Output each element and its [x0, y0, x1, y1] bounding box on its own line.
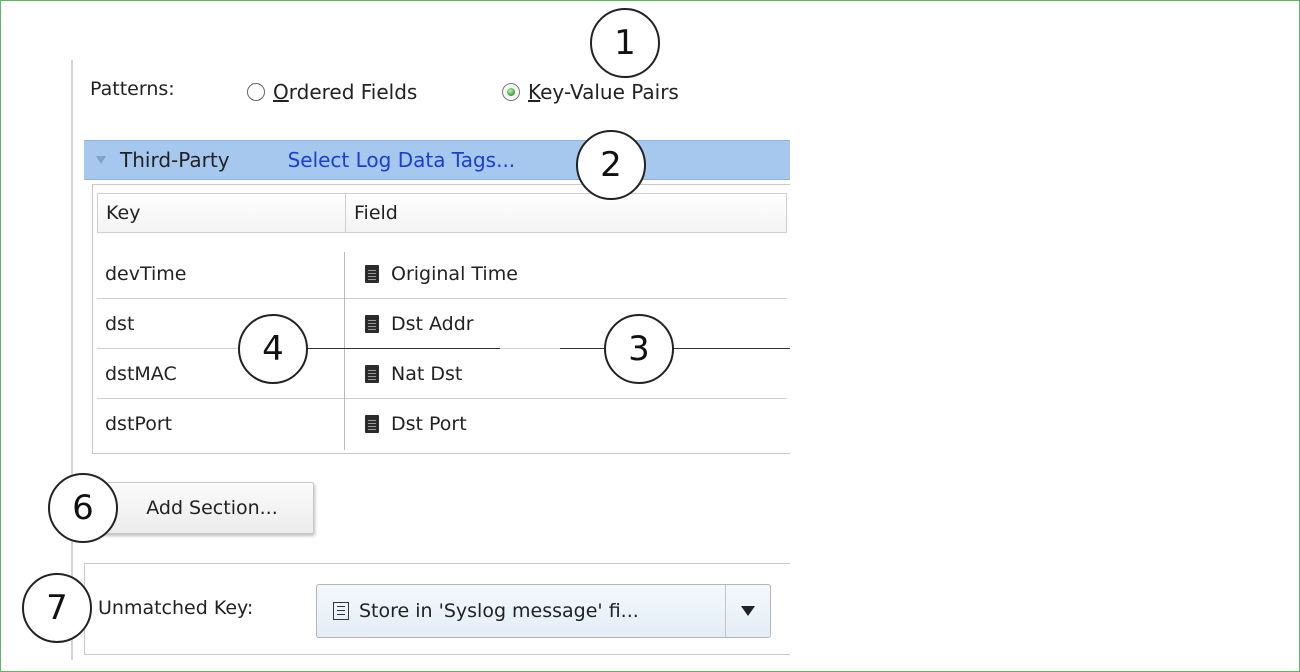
- document-icon: [365, 264, 379, 283]
- document-icon: [365, 415, 379, 433]
- callout-6: 6: [48, 473, 118, 543]
- unmatched-key-selected-value: Store in 'Syslog message' fi...: [359, 600, 639, 622]
- callout-4: 4: [238, 314, 308, 384]
- section-title: Third-Party: [120, 148, 230, 172]
- radio-ordered-fields[interactable]: Ordered Fields: [247, 80, 417, 104]
- field-value: Dst Port: [391, 413, 467, 435]
- section-header: Third-Party Select Log Data Tags...: [84, 140, 790, 180]
- field-cell[interactable]: Dst Addr: [345, 299, 787, 348]
- radio-button-checked[interactable]: [502, 83, 520, 101]
- callout-7: 7: [22, 573, 92, 643]
- add-section-button[interactable]: Add Section...: [102, 482, 314, 534]
- key-cell: dst: [105, 312, 135, 335]
- column-divider[interactable]: [344, 252, 345, 450]
- callout-2: 2: [576, 130, 646, 200]
- callout-leader-line: [560, 348, 790, 349]
- field-cell[interactable]: Nat Dst: [345, 349, 787, 398]
- collapse-triangle-icon[interactable]: [96, 156, 106, 164]
- key-cell: dstMAC: [105, 362, 177, 385]
- document-icon: [365, 364, 379, 383]
- radio-dot-icon: [507, 88, 515, 96]
- callout-3: 3: [604, 314, 674, 384]
- document-icon: [365, 314, 379, 333]
- table-header: Key Field: [97, 193, 787, 233]
- radio-ordered-fields-label: Ordered Fields: [273, 80, 418, 104]
- chevron-down-icon: [741, 606, 755, 616]
- document-list-icon: [333, 602, 349, 620]
- table-row[interactable]: devTime Original Time: [97, 249, 787, 299]
- unmatched-key-label: Unmatched Key:: [98, 597, 254, 619]
- radio-button-unchecked[interactable]: [247, 83, 265, 101]
- radio-key-value-pairs[interactable]: Key-Value Pairs: [502, 80, 679, 104]
- left-divider: [71, 60, 73, 660]
- table-row[interactable]: dst Dst Addr: [97, 299, 787, 349]
- field-cell[interactable]: Dst Port: [345, 399, 787, 449]
- table-row[interactable]: dstMAC Nat Dst: [97, 349, 787, 399]
- callout-1: 1: [590, 8, 660, 78]
- select-log-data-tags-link[interactable]: Select Log Data Tags...: [288, 148, 516, 172]
- column-header-key[interactable]: Key: [98, 194, 346, 232]
- field-value: Nat Dst: [391, 362, 463, 385]
- field-value: Dst Addr: [391, 312, 474, 335]
- key-field-table: Key Field devTime Original Time dst Dst …: [92, 184, 790, 454]
- column-header-field[interactable]: Field: [346, 194, 786, 232]
- patterns-label: Patterns:: [90, 78, 175, 100]
- radio-key-value-pairs-label: Key-Value Pairs: [528, 80, 679, 104]
- key-cell: devTime: [105, 262, 187, 285]
- field-value: Original Time: [391, 262, 518, 285]
- unmatched-key-select[interactable]: Store in 'Syslog message' fi...: [316, 584, 771, 638]
- key-cell: dstPort: [105, 413, 173, 435]
- table-row[interactable]: dstPort Dst Port: [97, 399, 787, 449]
- dropdown-arrow-button[interactable]: [725, 585, 770, 637]
- field-cell[interactable]: Original Time: [345, 249, 787, 298]
